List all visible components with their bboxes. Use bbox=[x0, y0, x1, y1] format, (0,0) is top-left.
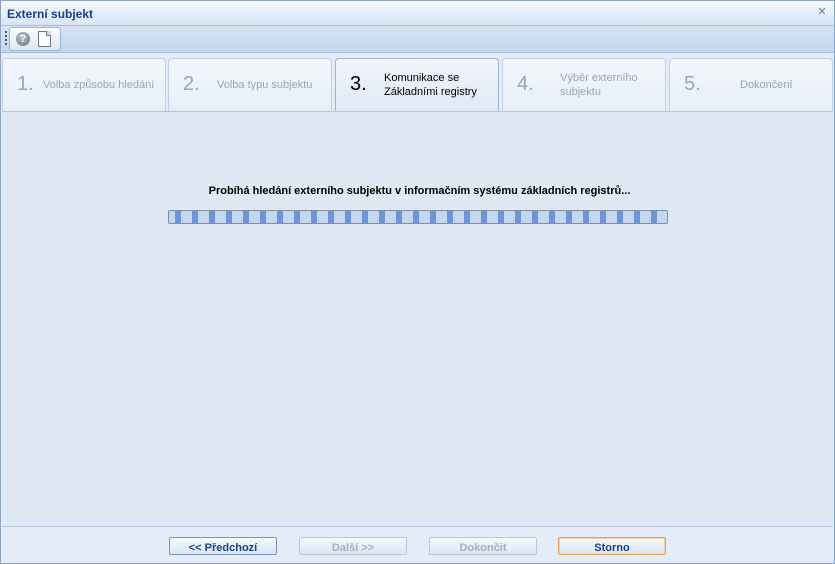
step-number: 3. bbox=[350, 73, 367, 95]
toolbar: ? bbox=[1, 26, 834, 53]
step-tab-2[interactable]: 2. Volba typu subjektu bbox=[168, 58, 332, 111]
step-number: 1. bbox=[17, 73, 34, 95]
step-label: Volba typu subjektu bbox=[217, 79, 313, 91]
status-message: Probíhá hledání externího subjektu v inf… bbox=[208, 185, 631, 197]
step-label: Výběr externího subjektu bbox=[560, 72, 638, 98]
toolbar-grip-icon[interactable] bbox=[5, 31, 7, 47]
window-title: Externí subjekt bbox=[7, 7, 94, 21]
previous-button[interactable]: << Předchozí bbox=[169, 537, 277, 555]
step-label: Volba způsobu hledání bbox=[43, 79, 155, 91]
close-icon[interactable]: ✕ bbox=[816, 6, 828, 18]
title-bar[interactable]: Externí subjekt ✕ bbox=[1, 1, 834, 26]
step-number: 4. bbox=[517, 73, 534, 95]
next-button[interactable]: Další >> bbox=[299, 537, 407, 555]
progress-bar bbox=[168, 210, 668, 224]
step-number: 5. bbox=[684, 73, 701, 95]
step-number: 2. bbox=[183, 73, 200, 95]
step-label: Komunikace se Základními registry bbox=[384, 72, 477, 98]
footer: << Předchozí Další >> Dokončit Storno bbox=[1, 527, 834, 563]
content-panel: Probíhá hledání externího subjektu v inf… bbox=[2, 111, 833, 527]
dialog-window: Externí subjekt ✕ ? 1. Volba způsobu hle… bbox=[0, 0, 835, 564]
step-tab-3[interactable]: 3. Komunikace se Základními registry bbox=[335, 58, 499, 111]
step-tab-5[interactable]: 5. Dokončení bbox=[669, 58, 833, 111]
wizard-steps: 1. Volba způsobu hledání 2. Volba typu s… bbox=[1, 58, 834, 112]
document-icon[interactable] bbox=[38, 31, 51, 47]
help-icon[interactable]: ? bbox=[16, 32, 30, 46]
cancel-button[interactable]: Storno bbox=[558, 537, 666, 555]
step-tab-4[interactable]: 4. Výběr externího subjektu bbox=[502, 58, 666, 111]
finish-button[interactable]: Dokončit bbox=[429, 537, 537, 555]
step-label: Dokončení bbox=[740, 79, 793, 91]
toolbar-button-group: ? bbox=[9, 27, 61, 51]
step-tab-1[interactable]: 1. Volba způsobu hledání bbox=[2, 58, 166, 111]
